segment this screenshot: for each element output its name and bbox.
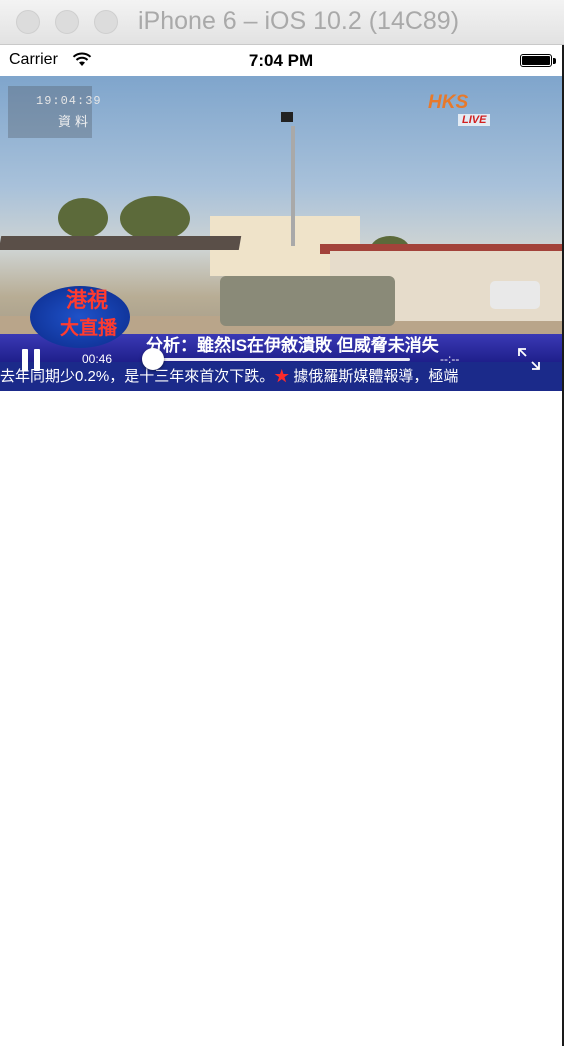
video-flag [281, 112, 293, 122]
video-military-vehicle [220, 276, 395, 326]
video-shelter [0, 236, 242, 250]
status-time: 7:04 PM [248, 51, 314, 70]
battery-icon [520, 54, 552, 67]
program-name-line1: 港視 [66, 289, 108, 312]
pause-icon-bar [34, 349, 40, 371]
pause-button[interactable] [16, 346, 46, 376]
osd-archive-label: 資料 [58, 114, 93, 129]
live-badge: LIVE [458, 114, 491, 126]
fullscreen-button[interactable] [516, 346, 542, 372]
device-screen: Carrier 7:04 PM 19:04:39 資料 HKS LIVE 港視 … [0, 45, 564, 1046]
battery-tip [553, 58, 556, 64]
progress-track[interactable] [152, 358, 410, 361]
minimize-window-button[interactable] [55, 10, 79, 34]
zoom-window-button[interactable] [94, 10, 118, 34]
window-title: iPhone 6 – iOS 10.2 (14C89) [138, 7, 460, 35]
video-white-car [490, 281, 540, 309]
close-window-button[interactable] [16, 10, 40, 34]
simulator-title-bar: iPhone 6 – iOS 10.2 (14C89) [0, 0, 564, 45]
elapsed-time: 00:46 [82, 352, 113, 366]
pause-icon [22, 349, 28, 371]
video-tree [58, 198, 108, 238]
osd-timestamp: 19:04:39 [36, 94, 102, 108]
scrubber-thumb[interactable] [142, 348, 164, 370]
video-player[interactable]: 19:04:39 資料 HKS LIVE 港視 大直播 分析：雖然IS在伊敘潰敗… [0, 76, 562, 391]
remaining-time: --:-- [440, 352, 460, 366]
channel-logo: HKS [428, 92, 469, 113]
video-antenna-mast [291, 126, 295, 246]
playback-controls: 00:46 --:-- [0, 332, 562, 388]
status-bar: Carrier 7:04 PM [0, 45, 562, 76]
video-tree [120, 196, 190, 241]
fullscreen-icon [518, 348, 540, 370]
